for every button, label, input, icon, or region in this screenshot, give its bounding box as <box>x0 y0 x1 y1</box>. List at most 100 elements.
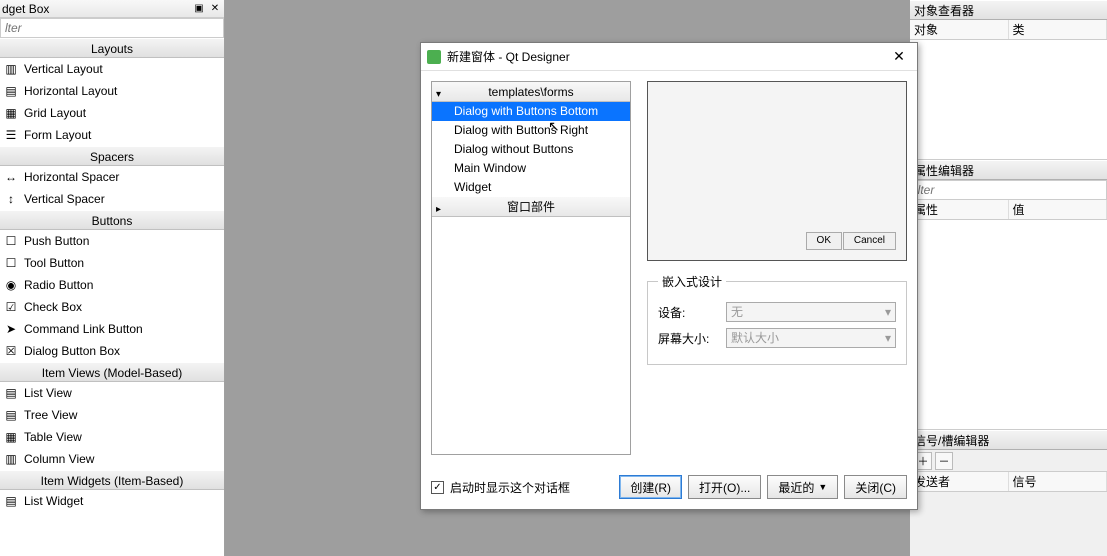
template-tree-item[interactable]: Dialog with Buttons Right <box>432 121 630 140</box>
widget-item[interactable]: ☑Check Box <box>0 296 224 318</box>
widget-item-label: Push Button <box>24 234 89 248</box>
device-label: 设备: <box>658 304 718 321</box>
close-button[interactable]: ✕ <box>887 47 911 67</box>
tree-header-widgets[interactable]: ▸ 窗口部件 <box>432 197 630 217</box>
widget-item-label: Vertical Layout <box>24 62 103 76</box>
widget-icon: ➤ <box>4 322 18 336</box>
dialog-titlebar[interactable]: 新建窗体 - Qt Designer ✕ <box>421 43 917 71</box>
template-tree[interactable]: ▾ templates\forms Dialog with Buttons Bo… <box>431 81 631 455</box>
qt-app-icon <box>427 50 441 64</box>
signal-slot-toolbar: ＋ － <box>910 450 1107 472</box>
object-tree-body[interactable] <box>910 40 1107 160</box>
dialog-footer: ✓ 启动时显示这个对话框 创建(R) 打开(O)... 最近的▼ 关闭(C) <box>421 465 917 509</box>
form-preview: OK Cancel <box>647 81 907 261</box>
open-button[interactable]: 打开(O)... <box>688 475 761 499</box>
widget-item[interactable]: ▤ List View <box>0 382 224 404</box>
dock-float-icon[interactable]: ▣ <box>192 2 206 16</box>
widget-item-label: Vertical Spacer <box>24 192 105 206</box>
property-filter-input[interactable] <box>910 180 1107 200</box>
template-tree-item[interactable]: Dialog without Buttons <box>432 140 630 159</box>
signal-col-header[interactable]: 信号 <box>1009 472 1107 491</box>
chevron-down-icon[interactable]: ▾ <box>436 85 441 105</box>
widget-box-title: dget Box <box>2 2 49 16</box>
widget-category-header[interactable]: Buttons <box>0 210 224 230</box>
widget-icon: ◉ <box>4 278 18 292</box>
widget-icon: ▦ <box>4 430 18 444</box>
widget-icon: ▥ <box>4 62 18 76</box>
dialog-title: 新建窗体 - Qt Designer <box>447 48 570 65</box>
widget-item-label: Command Link Button <box>24 322 143 336</box>
signal-slot-editor-header[interactable]: 信号/槽编辑器 <box>910 430 1107 450</box>
property-grid-body[interactable] <box>910 220 1107 430</box>
widget-item[interactable]: ☐ Push Button <box>0 230 224 252</box>
recent-button[interactable]: 最近的▼ <box>767 475 838 499</box>
widget-item[interactable]: ➤ Command Link Button <box>0 318 224 340</box>
embedded-design-title: 嵌入式设计 <box>658 273 726 290</box>
class-col-header[interactable]: 类 <box>1009 20 1107 39</box>
show-on-startup-checkbox[interactable]: ✓ <box>431 481 444 494</box>
widget-item[interactable]: ▦Table View <box>0 426 224 448</box>
widget-icon: ☒ <box>4 344 18 358</box>
widget-item-label: Column View <box>24 452 94 466</box>
object-col-header[interactable]: 对象 <box>910 20 1009 39</box>
widget-icon: ▤ <box>4 386 18 400</box>
device-select[interactable]: 无 ▾ <box>726 302 896 322</box>
widget-item[interactable]: ◉ Radio Button <box>0 274 224 296</box>
screen-size-label: 屏幕大小: <box>658 330 718 347</box>
screen-size-select[interactable]: 默认大小 ▾ <box>726 328 896 348</box>
remove-connection-icon[interactable]: － <box>935 452 953 470</box>
widget-item[interactable]: ▦ Grid Layout <box>0 102 224 124</box>
right-dock: 对象查看器 对象 类 属性编辑器 属性 值 信号/槽编辑器 ＋ － 发送者 信号 <box>910 0 1107 556</box>
property-name-col[interactable]: 属性 <box>910 200 1009 219</box>
widget-item[interactable]: ▤ Horizontal Layout <box>0 80 224 102</box>
widget-item[interactable]: ↔Horizontal Spacer <box>0 166 224 188</box>
widget-item-label: Check Box <box>24 300 82 314</box>
widget-icon: ☐ <box>4 234 18 248</box>
widget-item-label: Horizontal Layout <box>24 84 117 98</box>
template-tree-item[interactable]: Main Window <box>432 159 630 178</box>
template-tree-item[interactable]: Dialog with Buttons Bottom <box>432 102 630 121</box>
preview-ok-button: OK <box>806 232 842 250</box>
show-on-startup-label[interactable]: 启动时显示这个对话框 <box>450 479 570 496</box>
template-tree-item[interactable]: Widget <box>432 178 630 197</box>
widget-category-header[interactable]: Spacers <box>0 146 224 166</box>
widget-icon: ☰ <box>4 128 18 142</box>
sender-col-header[interactable]: 发送者 <box>910 472 1009 491</box>
widget-item[interactable]: ☒ Dialog Button Box <box>0 340 224 362</box>
widget-item-label: List View <box>24 386 72 400</box>
widget-item-label: List Widget <box>24 494 83 508</box>
object-inspector-header[interactable]: 对象查看器 <box>910 0 1107 20</box>
widget-box-panel: dget Box ▣ ✕ Layouts ▥ Vertical Layout ▤ Hor… <box>0 0 225 556</box>
property-value-col[interactable]: 值 <box>1009 200 1107 219</box>
widget-category-header[interactable]: Layouts <box>0 38 224 58</box>
close-icon[interactable]: ✕ <box>208 2 222 16</box>
widget-item-label: Tool Button <box>24 256 84 270</box>
property-editor-header[interactable]: 属性编辑器 <box>910 160 1107 180</box>
widget-item-label: Radio Button <box>24 278 93 292</box>
widget-item[interactable]: ☐Tool Button <box>0 252 224 274</box>
widget-icon: ▤ <box>4 494 18 508</box>
widget-category-header[interactable]: Item Views (Model-Based) <box>0 362 224 382</box>
widget-category-header[interactable]: Item Widgets (Item-Based) <box>0 470 224 490</box>
widget-item[interactable]: ▤ List Widget <box>0 490 224 512</box>
widget-item-label: Grid Layout <box>24 106 86 120</box>
widget-item-label: Form Layout <box>24 128 91 142</box>
widget-icon: ▦ <box>4 106 18 120</box>
tree-header-forms[interactable]: ▾ templates\forms <box>432 82 630 102</box>
widget-icon: ▤ <box>4 84 18 98</box>
preview-cancel-button: Cancel <box>843 232 896 250</box>
widget-item[interactable]: ▥ Vertical Layout <box>0 58 224 80</box>
chevron-right-icon[interactable]: ▸ <box>436 200 441 220</box>
widget-filter-input[interactable] <box>0 18 224 38</box>
new-form-dialog: 新建窗体 - Qt Designer ✕ ▾ templates\forms D… <box>420 42 918 510</box>
widget-item[interactable]: ↕Vertical Spacer <box>0 188 224 210</box>
embedded-design-group: 嵌入式设计 设备: 无 ▾ 屏幕大小: 默认大小 ▾ <box>647 273 907 365</box>
create-button[interactable]: 创建(R) <box>619 475 682 499</box>
close-dialog-button[interactable]: 关闭(C) <box>844 475 907 499</box>
widget-item-label: Dialog Button Box <box>24 344 120 358</box>
widget-item[interactable]: ☰ Form Layout <box>0 124 224 146</box>
widget-item[interactable]: ▤Tree View <box>0 404 224 426</box>
widget-item[interactable]: ▥Column View <box>0 448 224 470</box>
widget-box-titlebar: dget Box ▣ ✕ <box>0 0 224 18</box>
chevron-down-icon: ▾ <box>885 329 891 347</box>
